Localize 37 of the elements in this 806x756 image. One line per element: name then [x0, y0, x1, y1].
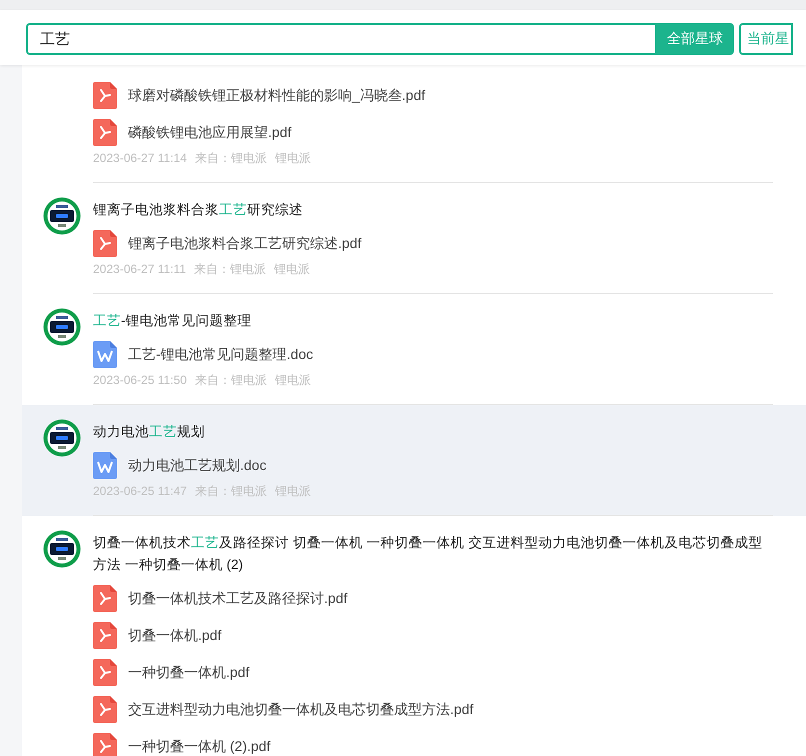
- post-time: 2023-06-27 11:14: [93, 151, 187, 165]
- file-link[interactable]: 切叠一体机技术工艺及路径探讨.pdf: [128, 590, 348, 608]
- source-label: 来自：锂电派: [194, 372, 267, 388]
- file-link[interactable]: 工艺-锂电池常见问题整理.doc: [128, 346, 314, 364]
- word-file-icon: [93, 452, 117, 479]
- file-link[interactable]: 一种切叠一体机.pdf: [128, 664, 250, 682]
- result-title[interactable]: 工艺-锂电池常见问题整理: [93, 310, 773, 332]
- group-name: 锂电派: [274, 260, 310, 278]
- pdf-file-icon: [93, 622, 117, 649]
- avatar-icon: [43, 308, 81, 346]
- result-title[interactable]: 动力电池工艺规划: [93, 421, 773, 443]
- file-link[interactable]: 磷酸铁锂电池应用展望.pdf: [128, 124, 292, 142]
- result-title[interactable]: 锂离子电池浆料合浆工艺研究综述: [93, 199, 773, 221]
- group-name: 锂电派: [274, 372, 311, 388]
- group-name: 锂电派: [274, 150, 311, 166]
- pdf-file-icon: [93, 82, 117, 109]
- source-label: 来自：锂电派: [194, 260, 266, 278]
- avatar-icon: [43, 419, 81, 457]
- post-time: 2023-06-27 11:11: [93, 262, 186, 276]
- search-field[interactable]: 工艺: [26, 23, 655, 55]
- source-label: 来自：锂电派: [194, 150, 267, 166]
- pdf-file-icon: [93, 119, 117, 146]
- file-link[interactable]: 切叠一体机.pdf: [128, 626, 222, 644]
- pdf-file-icon: [93, 659, 117, 686]
- avatar-icon: [43, 197, 81, 235]
- word-file-icon: [93, 341, 117, 368]
- pdf-file-icon: [93, 230, 117, 257]
- pdf-file-icon: [93, 696, 117, 723]
- result-title[interactable]: 切叠一体机技术工艺及路径探讨 切叠一体机 一种切叠一体机 交互进料型动力电池切叠一体机及电芯切叠成型方法 一种切叠一体机 (2): [93, 532, 773, 576]
- post-time: 2023-06-25 11:50: [93, 373, 187, 387]
- file-link[interactable]: 锂离子电池浆料合浆工艺研究综述.pdf: [128, 234, 362, 252]
- file-link[interactable]: 一种切叠一体机 (2).pdf: [128, 738, 270, 756]
- file-link[interactable]: 交互进料型动力电池切叠一体机及电芯切叠成型方法.pdf: [128, 700, 474, 718]
- file-link[interactable]: 球磨对磷酸铁锂正极材料性能的影响_冯晓叁.pdf: [128, 86, 426, 104]
- pdf-file-icon: [93, 585, 117, 612]
- file-link[interactable]: 动力电池工艺规划.doc: [128, 456, 266, 474]
- avatar-icon: [43, 530, 81, 568]
